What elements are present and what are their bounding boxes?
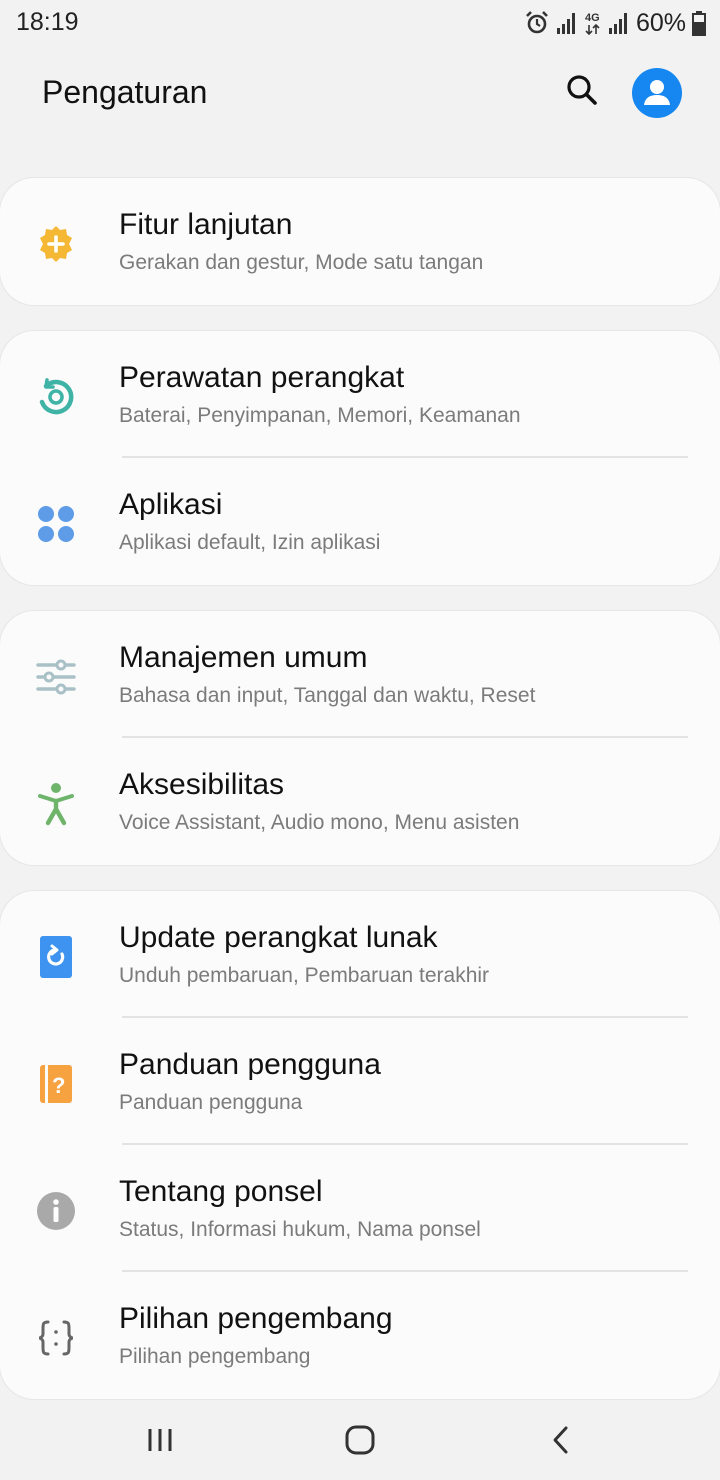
item-subtitle: Pilihan pengembang	[119, 1345, 311, 1368]
settings-group-4: Update perangkat lunak Unduh pembaruan, …	[0, 891, 720, 1399]
status-icons: 4G 60%	[524, 8, 706, 38]
settings-item-accessibility[interactable]: Aksesibilitas Voice Assistant, Audio mon…	[0, 738, 720, 865]
item-subtitle: Voice Assistant, Audio mono, Menu asiste…	[119, 811, 520, 834]
item-title: Pilihan pengembang	[119, 1302, 393, 1335]
item-title: Perawatan perangkat	[119, 361, 405, 394]
settings-item-apps[interactable]: Aplikasi Aplikasi default, Izin aplikasi	[0, 458, 720, 585]
home-icon	[345, 1425, 375, 1455]
settings-group-3: Manajemen umum Bahasa dan input, Tanggal…	[0, 611, 720, 865]
settings-group-1: Fitur lanjutan Gerakan dan gestur, Mode …	[0, 178, 720, 305]
item-title: Update perangkat lunak	[119, 921, 438, 954]
recent-apps-icon	[148, 1429, 172, 1451]
settings-item-advanced-features[interactable]: Fitur lanjutan Gerakan dan gestur, Mode …	[0, 178, 720, 305]
account-icon	[632, 68, 682, 118]
home-button[interactable]	[335, 1418, 385, 1462]
app-header: Pengaturan	[0, 60, 720, 126]
search-button[interactable]	[562, 70, 602, 110]
signal-icon	[556, 13, 575, 34]
status-bar: 18:19 4G 60%	[0, 0, 720, 46]
navigation-bar	[0, 1400, 720, 1480]
item-subtitle: Baterai, Penyimpanan, Memori, Keamanan	[119, 404, 521, 427]
recent-apps-button[interactable]	[135, 1418, 185, 1462]
settings-item-software-update[interactable]: Update perangkat lunak Unduh pembaruan, …	[0, 891, 720, 1018]
settings-item-device-care[interactable]: Perawatan perangkat Baterai, Penyimpanan…	[0, 331, 720, 458]
item-title: Manajemen umum	[119, 641, 368, 674]
item-subtitle: Gerakan dan gestur, Mode satu tangan	[119, 251, 484, 274]
item-title: Tentang ponsel	[119, 1175, 323, 1208]
item-subtitle: Status, Informasi hukum, Nama ponsel	[119, 1218, 481, 1241]
item-subtitle: Panduan pengguna	[119, 1091, 303, 1114]
status-time: 18:19	[16, 8, 79, 36]
back-icon	[553, 1426, 568, 1454]
battery-percent: 60%	[635, 8, 686, 37]
general-management-icon	[34, 655, 78, 699]
search-icon	[567, 75, 597, 105]
item-title: Aksesibilitas	[119, 768, 285, 801]
item-subtitle: Aplikasi default, Izin aplikasi	[119, 531, 381, 554]
settings-item-about-phone[interactable]: Tentang ponsel Status, Informasi hukum, …	[0, 1145, 720, 1272]
svg-text:?: ?	[52, 1073, 65, 1098]
settings-group-2: Perawatan perangkat Baterai, Penyimpanan…	[0, 331, 720, 585]
battery-icon	[692, 11, 706, 36]
accessibility-icon	[34, 782, 78, 826]
network-4g-icon: 4G	[585, 12, 600, 36]
settings-item-developer-options[interactable]: Pilihan pengembang Pilihan pengembang	[0, 1272, 720, 1399]
user-manual-icon: ?	[34, 1062, 78, 1106]
item-title: Fitur lanjutan	[119, 208, 293, 241]
settings-item-user-manual[interactable]: ? Panduan pengguna Panduan pengguna	[0, 1018, 720, 1145]
developer-options-icon	[34, 1316, 78, 1360]
network-label: 4G	[585, 12, 600, 24]
item-title: Panduan pengguna	[119, 1048, 381, 1081]
software-update-icon	[34, 935, 78, 979]
signal-icon-2	[608, 13, 627, 34]
alarm-icon	[526, 11, 548, 34]
back-button[interactable]	[537, 1418, 587, 1462]
info-icon	[34, 1189, 78, 1233]
advanced-features-icon	[34, 222, 78, 266]
page-title: Pengaturan	[42, 74, 208, 110]
apps-icon	[34, 502, 78, 546]
account-button[interactable]	[632, 68, 682, 118]
item-subtitle: Unduh pembaruan, Pembaruan terakhir	[119, 964, 490, 987]
item-subtitle: Bahasa dan input, Tanggal dan waktu, Res…	[119, 684, 536, 707]
settings-item-general-management[interactable]: Manajemen umum Bahasa dan input, Tanggal…	[0, 611, 720, 738]
item-title: Aplikasi	[119, 488, 223, 521]
device-care-icon	[34, 375, 78, 419]
